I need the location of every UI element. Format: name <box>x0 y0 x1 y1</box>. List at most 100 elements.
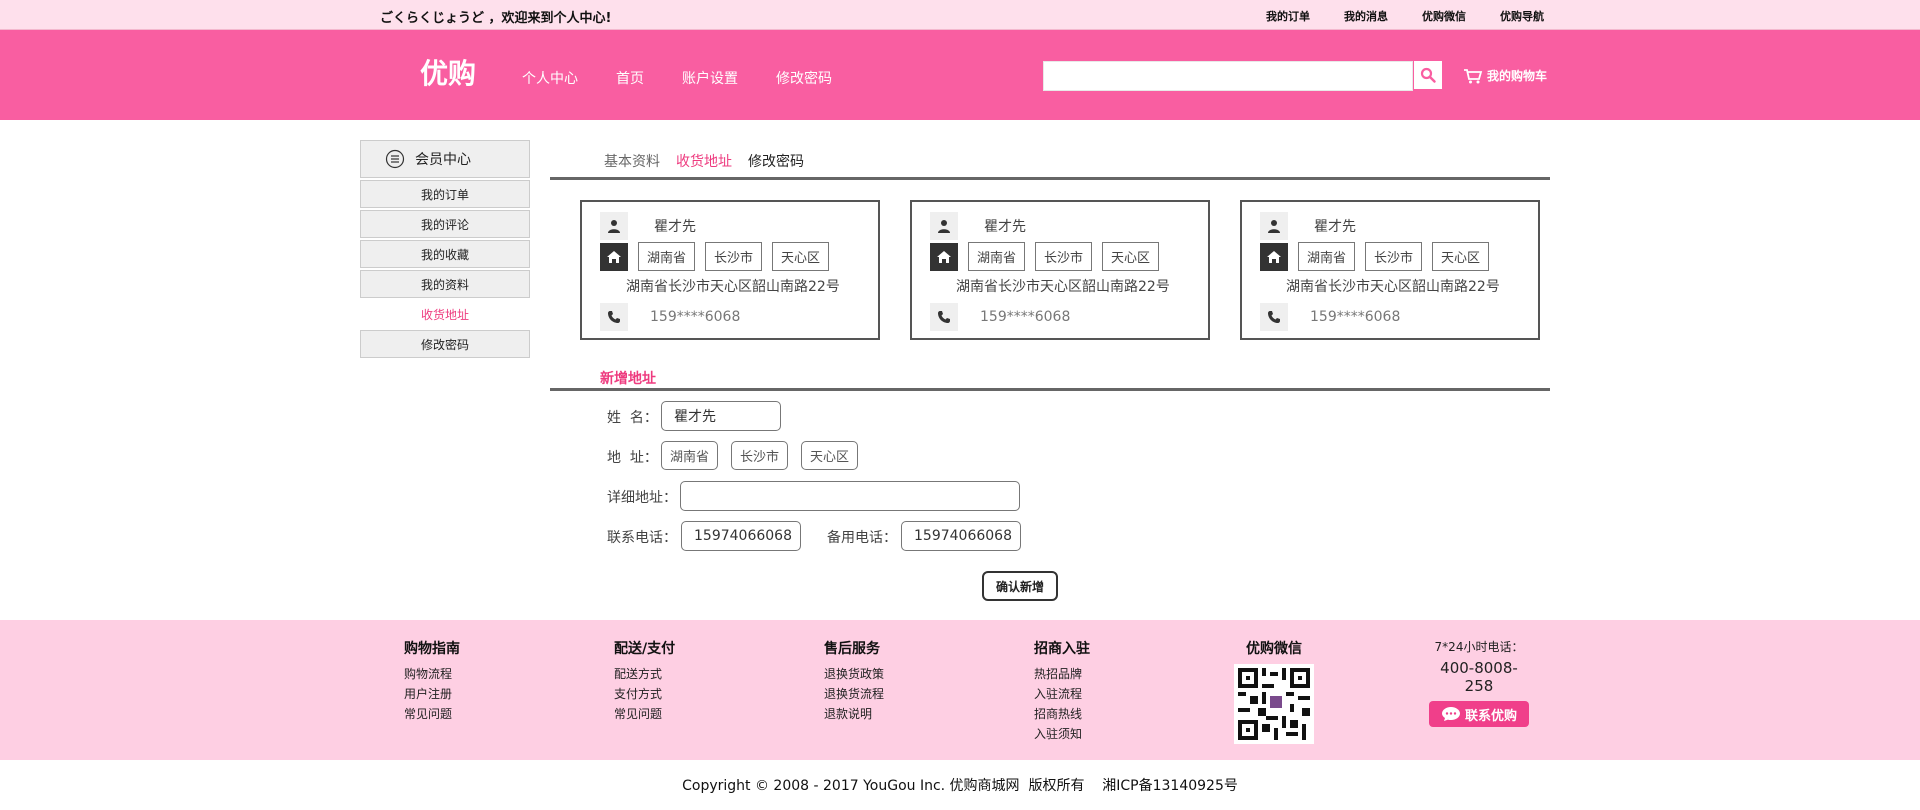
tab-shipping-address[interactable]: 收货地址 <box>676 151 732 171</box>
footer-link[interactable]: 退换货政策 <box>824 664 884 684</box>
detail-address-label: 详细地址： <box>607 490 677 506</box>
footer-link[interactable]: 入驻流程 <box>1034 684 1090 704</box>
footer-link[interactable]: 热招品牌 <box>1034 664 1090 684</box>
search-icon <box>1420 67 1436 83</box>
tabs-divider <box>550 177 1550 180</box>
address-full: 湖南省长沙市天心区韶山南路22号 <box>1286 279 1500 295</box>
alt-phone-input[interactable]: 15974066068 <box>901 521 1021 551</box>
name-input[interactable]: 瞿才先 <box>661 401 781 431</box>
footer-link[interactable]: 常见问题 <box>404 704 460 724</box>
top-links: 我的订单 我的消息 优购微信 优购导航 <box>1232 8 1544 24</box>
cart-label: 我的购物车 <box>1487 69 1548 83</box>
main-header: 优购 个人中心 首页 账户设置 修改密码 我的购物车 <box>0 30 1920 120</box>
footer-link[interactable]: 支付方式 <box>614 684 675 704</box>
confirm-add-button[interactable]: 确认新增 <box>982 571 1058 601</box>
phone-input[interactable]: 15974066068 <box>681 521 801 551</box>
nav-account-settings[interactable]: 账户设置 <box>682 68 738 88</box>
sidebar-item-change-password[interactable]: 修改密码 <box>360 330 530 358</box>
menu-icon <box>385 149 405 169</box>
address-province: 湖南省 <box>638 242 696 271</box>
footer-col-shopping-guide: 购物指南 购物流程 用户注册 常见问题 <box>404 638 460 724</box>
footer-link[interactable]: 退款说明 <box>824 704 884 724</box>
address-card[interactable]: 瞿才先 湖南省 长沙市 天心区 湖南省长沙市天心区韶山南路22号 159****… <box>1240 200 1540 340</box>
footer-col-title: 优购微信 <box>1246 641 1302 657</box>
site-footer: 购物指南 购物流程 用户注册 常见问题 配送/支付 配送方式 支付方式 常见问题… <box>0 620 1920 760</box>
top-link-wechat[interactable]: 优购微信 <box>1422 8 1466 24</box>
footer-link[interactable]: 购物流程 <box>404 664 460 684</box>
cart-link[interactable]: 我的购物车 <box>1463 67 1547 84</box>
nav-change-password[interactable]: 修改密码 <box>776 68 832 88</box>
footer-link[interactable]: 配送方式 <box>614 664 675 684</box>
contact-button[interactable]: 联系优购 <box>1429 701 1529 727</box>
address-city: 长沙市 <box>1035 242 1093 271</box>
sidebar-item-my-orders[interactable]: 我的订单 <box>360 180 530 208</box>
address-phone: 159****6068 <box>980 309 1071 325</box>
sidebar-item-my-reviews[interactable]: 我的评论 <box>360 210 530 238</box>
tab-change-password[interactable]: 修改密码 <box>748 151 804 171</box>
footer-col-merchants: 招商入驻 热招品牌 入驻流程 招商热线 入驻须知 <box>1034 638 1090 744</box>
sidebar-item-my-favorites[interactable]: 我的收藏 <box>360 240 530 268</box>
footer-col-delivery: 配送/支付 配送方式 支付方式 常见问题 <box>614 638 675 724</box>
member-sidebar: 会员中心 我的订单 我的评论 我的收藏 我的资料 收货地址 修改密码 <box>360 140 530 358</box>
sidebar-title: 会员中心 <box>415 152 471 168</box>
nav-personal-center[interactable]: 个人中心 <box>522 68 578 88</box>
copyright-text: Copyright © 2008 - 2017 YouGou Inc. 优购商城… <box>682 778 1238 794</box>
address-card[interactable]: 瞿才先 湖南省 长沙市 天心区 湖南省长沙市天心区韶山南路22号 159****… <box>580 200 880 340</box>
footer-link[interactable]: 退换货流程 <box>824 684 884 704</box>
home-icon <box>1260 242 1288 271</box>
footer-link[interactable]: 入驻须知 <box>1034 724 1090 744</box>
search-button[interactable] <box>1414 61 1442 89</box>
hotline-number: 400-8008-258 <box>1440 659 1518 695</box>
cart-icon <box>1464 68 1483 83</box>
address-district: 天心区 <box>1432 242 1490 271</box>
address-city: 长沙市 <box>1365 242 1423 271</box>
address-full: 湖南省长沙市天心区韶山南路22号 <box>956 279 1170 295</box>
address-name: 瞿才先 <box>984 219 1026 235</box>
address-card[interactable]: 瞿才先 湖南省 长沙市 天心区 湖南省长沙市天心区韶山南路22号 159****… <box>910 200 1210 340</box>
address-label: 地 址： <box>607 450 658 466</box>
contact-button-label: 联系优购 <box>1464 708 1517 724</box>
address-name: 瞿才先 <box>1314 219 1356 235</box>
home-icon <box>600 242 628 271</box>
sidebar-item-my-profile[interactable]: 我的资料 <box>360 270 530 298</box>
detail-address-input[interactable] <box>680 481 1020 511</box>
footer-col-title: 配送/支付 <box>614 641 676 657</box>
qr-code-icon <box>1238 668 1310 740</box>
footer-col-title: 招商入驻 <box>1034 641 1090 657</box>
top-bar: ごくらくじょうど ，欢迎来到个人中心! 我的订单 我的消息 优购微信 优购导航 <box>0 0 1920 30</box>
sidebar-item-shipping-address[interactable]: 收货地址 <box>360 300 530 328</box>
search-input[interactable] <box>1043 61 1413 91</box>
footer-col-title: 购物指南 <box>404 641 460 657</box>
province-select[interactable]: 湖南省 <box>661 441 719 470</box>
form-divider <box>550 388 1550 391</box>
phone-icon <box>600 303 628 331</box>
phone-icon <box>930 303 958 331</box>
alt-phone-label: 备用电话： <box>827 530 897 546</box>
top-link-my-orders[interactable]: 我的订单 <box>1266 8 1310 24</box>
footer-link[interactable]: 招商热线 <box>1034 704 1090 724</box>
hotline-label: 7*24小时电话： <box>1434 640 1524 654</box>
sidebar-header: 会员中心 <box>360 140 530 178</box>
footer-link[interactable]: 常见问题 <box>614 704 675 724</box>
tab-basic-info[interactable]: 基本资料 <box>604 151 660 171</box>
chat-icon <box>1441 707 1460 721</box>
top-link-my-messages[interactable]: 我的消息 <box>1344 8 1388 24</box>
profile-tabs: 基本资料 收货地址 修改密码 <box>604 151 820 171</box>
footer-col-title: 售后服务 <box>824 641 880 657</box>
nav-home[interactable]: 首页 <box>616 68 644 88</box>
footer-link[interactable]: 用户注册 <box>404 684 460 704</box>
address-phone: 159****6068 <box>1310 309 1401 325</box>
phone-label: 联系电话： <box>607 530 677 546</box>
user-icon <box>1260 212 1288 240</box>
name-label: 姓 名： <box>607 410 658 426</box>
district-select[interactable]: 天心区 <box>801 441 859 470</box>
site-logo[interactable]: 优购 <box>420 52 476 92</box>
address-district: 天心区 <box>1102 242 1160 271</box>
new-address-title: 新增地址 <box>600 371 656 387</box>
greeting-text: ごくらくじょうど ，欢迎来到个人中心! <box>380 11 612 26</box>
city-select[interactable]: 长沙市 <box>731 441 789 470</box>
main-nav: 个人中心 首页 账户设置 修改密码 <box>522 68 870 88</box>
address-province: 湖南省 <box>968 242 1026 271</box>
top-link-navigation[interactable]: 优购导航 <box>1500 8 1544 24</box>
address-city: 长沙市 <box>705 242 763 271</box>
